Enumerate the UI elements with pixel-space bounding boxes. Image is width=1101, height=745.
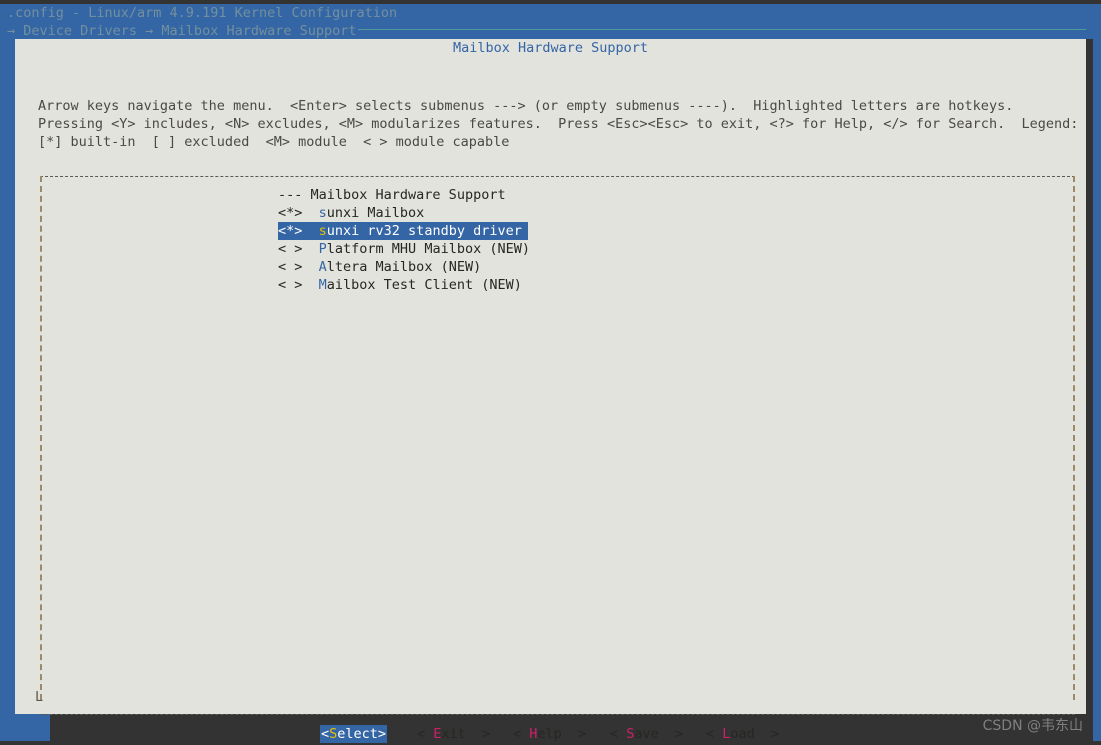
button-label: oad > [730, 726, 779, 742]
menu-item-marker: <*> [278, 205, 319, 221]
menu-item-label: ailbox Test Client (NEW) [327, 277, 522, 293]
menu-item[interactable]: <*> sunxi Mailbox [278, 204, 528, 222]
save-button[interactable]: < Save > [610, 725, 683, 743]
button-label: xit > [441, 726, 490, 742]
button-prefix: < [513, 726, 529, 742]
button-bar: <Select> < Exit > < Help > < Save > < Load > [15, 725, 1086, 745]
menu-item-hotkey: P [319, 241, 327, 257]
breadcrumb-rule [358, 29, 1086, 30]
menu-section-header: --- Mailbox Hardware Support [278, 186, 528, 204]
dialog-title: Mailbox Hardware Support [15, 39, 1086, 57]
menu-item-marker: <*> [278, 223, 319, 239]
menu-item-label: latform MHU Mailbox (NEW) [327, 241, 530, 257]
menu-frame-top-border [40, 176, 1075, 177]
menu-item-hotkey: s [319, 223, 327, 239]
button-prefix: < [706, 726, 722, 742]
menu-frame-left-border [40, 176, 42, 700]
button-bar-rule [40, 714, 1075, 715]
breadcrumb: → Device Drivers → Mailbox Hardware Supp… [7, 22, 357, 40]
button-prefix: < [321, 726, 329, 742]
button-prefix: < [610, 726, 626, 742]
help-line-3: [*] built-in [ ] excluded <M> module < >… [38, 133, 509, 151]
dialog-drop-shadow [1086, 47, 1093, 722]
window-title: .config - Linux/arm 4.9.191 Kernel Confi… [7, 4, 397, 22]
menu-frame: L [35, 170, 1075, 700]
button-label: elp > [537, 726, 586, 742]
terminal-screen: .config - Linux/arm 4.9.191 Kernel Confi… [0, 0, 1101, 741]
help-line-1: Arrow keys navigate the menu. <Enter> se… [38, 97, 1013, 115]
menu-item-label: unxi rv32 standby driver [327, 223, 522, 239]
menu-item[interactable]: < > Altera Mailbox (NEW) [278, 258, 528, 276]
exit-button[interactable]: < Exit > [417, 725, 490, 743]
menu-item-label: ltera Mailbox (NEW) [327, 259, 481, 275]
menu-item-marker: --- [278, 187, 311, 203]
menu-item-marker: < > [278, 259, 319, 275]
menu-item-label: Mailbox Hardware Support [311, 187, 506, 203]
menu-item-hotkey: M [319, 277, 327, 293]
watermark: CSDN @韦东山 [983, 717, 1083, 735]
menu-item[interactable]: <*> sunxi rv32 standby driver [278, 222, 528, 240]
menu-item-hotkey: A [319, 259, 327, 275]
button-prefix: < [417, 726, 433, 742]
config-dialog: Mailbox Hardware Support Arrow keys navi… [15, 39, 1086, 714]
button-label: elect> [337, 726, 386, 742]
menu-frame-bottom-left-corner: L [35, 688, 43, 706]
dialog-right-frame [1093, 4, 1101, 741]
select-button[interactable]: <Select> [320, 725, 387, 743]
menu-item-label: unxi Mailbox [327, 205, 425, 221]
dialog-left-frame [0, 4, 15, 714]
button-label: ave > [634, 726, 683, 742]
load-button[interactable]: < Load > [706, 725, 779, 743]
menu-item[interactable]: < > Mailbox Test Client (NEW) [278, 276, 528, 294]
menu-list: --- Mailbox Hardware Support<*> sunxi Ma… [278, 186, 528, 294]
menu-item-marker: < > [278, 277, 319, 293]
help-button[interactable]: < Help > [513, 725, 586, 743]
menu-item[interactable]: < > Platform MHU Mailbox (NEW) [278, 240, 528, 258]
menu-frame-right-border [1073, 176, 1075, 700]
menu-item-marker: < > [278, 241, 319, 257]
help-line-2: Pressing <Y> includes, <N> excludes, <M>… [38, 115, 1078, 133]
menu-item-hotkey: s [319, 205, 327, 221]
